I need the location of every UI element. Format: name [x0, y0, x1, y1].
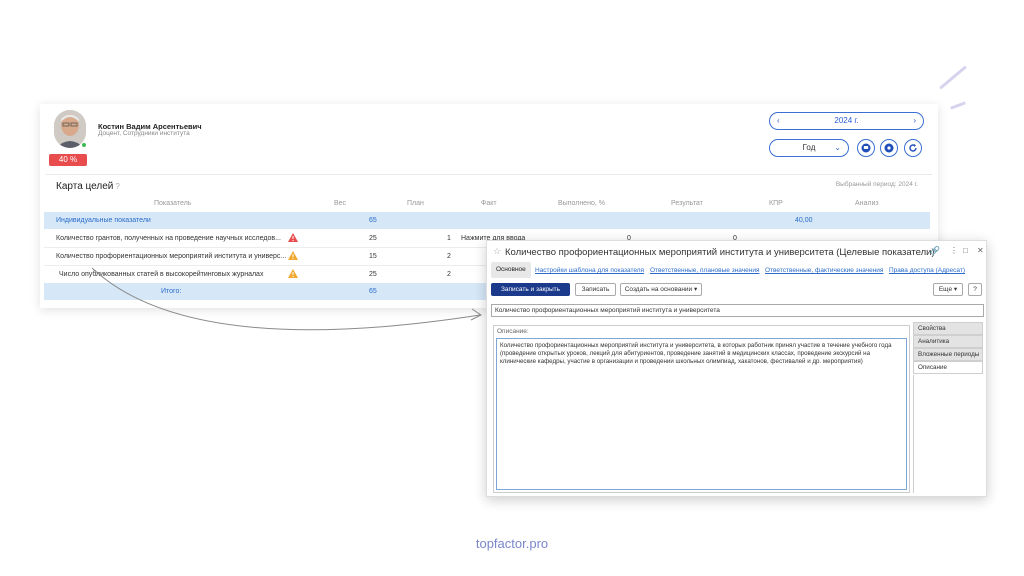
tab-planned-values[interactable]: Ответственные, плановые значения	[650, 267, 759, 274]
side-tab-properties[interactable]: Свойства	[913, 322, 983, 335]
description-box: Описание: Количество профориентационных …	[493, 325, 910, 493]
tab-access-rights[interactable]: Права доступа (Адресат)	[889, 267, 965, 274]
create-basis-button[interactable]: Создать на основании ▾	[620, 283, 702, 296]
side-tab-description[interactable]: Описание	[913, 361, 983, 374]
tab-template-settings[interactable]: Настройки шаблона для показателя	[535, 267, 644, 274]
star-icon[interactable]: ☆	[493, 246, 501, 257]
side-tab-nested-periods[interactable]: Вложенные периоды	[913, 348, 983, 361]
tab-actual-values[interactable]: Ответственные, фактические значения	[765, 267, 883, 274]
indicator-dialog: ☆ Количество профориентационных мероприя…	[486, 240, 987, 497]
more-vert-icon[interactable]: ⋮	[950, 246, 958, 255]
save-button[interactable]: Записать	[575, 283, 616, 296]
side-tab-analytics[interactable]: Аналитика	[913, 335, 983, 348]
description-label: Описание:	[497, 328, 529, 335]
close-icon[interactable]: ✕	[977, 246, 984, 255]
maximize-icon[interactable]: □	[963, 246, 968, 255]
help-button[interactable]: ?	[968, 283, 982, 296]
link-icon[interactable]: 🔗	[930, 246, 940, 255]
save-close-button[interactable]: Записать и закрыть	[491, 283, 570, 296]
description-textarea[interactable]: Количество профориентационных мероприяти…	[496, 338, 907, 490]
more-button[interactable]: Еще ▾	[933, 283, 963, 296]
footer-brand: topfactor.pro	[475, 536, 549, 551]
tab-main[interactable]: Основное	[491, 262, 531, 278]
side-panel	[913, 375, 983, 493]
name-field[interactable]: Количество профориентационных мероприяти…	[491, 304, 984, 317]
dialog-title: Количество профориентационных мероприяти…	[505, 247, 935, 258]
